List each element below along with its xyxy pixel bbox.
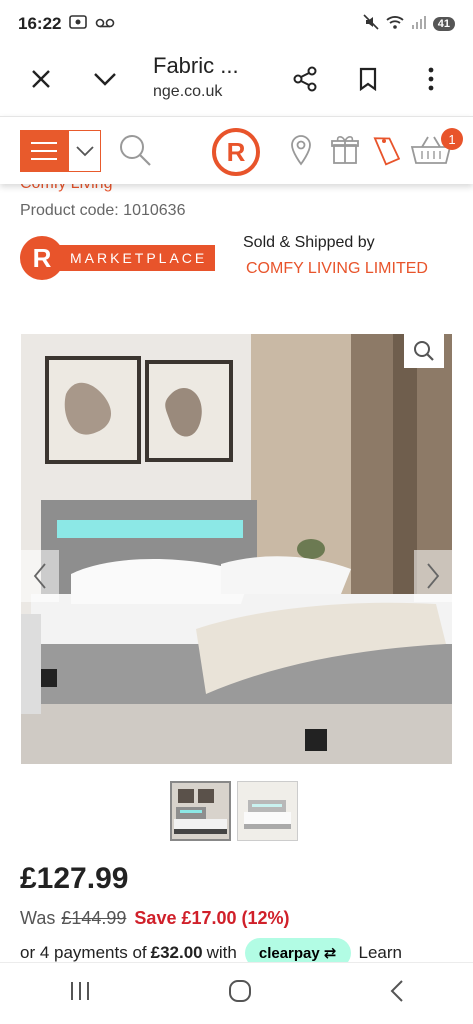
logo-letter: R (226, 136, 246, 167)
battery-indicator: 41 (432, 17, 455, 31)
tab-title: Fabric ... (153, 53, 239, 78)
product-price: £127.99 (20, 862, 129, 895)
save-amount: Save £17.00 (12%) (134, 908, 290, 928)
marketplace-label: MARKETPLACE (52, 245, 216, 271)
marketplace-logo: R MARKETPLACE (20, 236, 216, 280)
bookmark-icon[interactable] (351, 62, 385, 96)
page-title-area[interactable]: Fabric ... nge.co.uk (153, 53, 239, 101)
browser-toolbar: Fabric ... nge.co.uk (0, 48, 473, 114)
mute-icon (363, 13, 379, 35)
gift-icon[interactable] (331, 133, 359, 170)
thumbnail-1[interactable] (170, 781, 231, 841)
recent-apps-icon (71, 982, 90, 1000)
back-icon (390, 980, 403, 1002)
menu-button[interactable] (20, 130, 68, 172)
chevron-right-icon (427, 563, 440, 589)
home-button[interactable] (228, 979, 252, 1008)
price-tag-icon[interactable] (370, 132, 401, 171)
payments-amount: £32.00 (150, 943, 203, 962)
screenshot-icon (69, 14, 88, 35)
sold-by-label: Sold & Shipped by (243, 234, 375, 251)
system-nav-bar (0, 962, 473, 1024)
learn-more-link[interactable]: Learn (359, 943, 402, 963)
zoom-button[interactable] (404, 334, 444, 368)
was-price-line: Was £144.99 Save £17.00 (12%) (20, 908, 290, 929)
thumbnail-strip (170, 781, 298, 841)
chevron-down-icon[interactable] (88, 62, 122, 96)
marketplace-r-badge: R (20, 236, 64, 280)
product-image[interactable] (21, 334, 452, 764)
chevron-down-icon (75, 146, 94, 157)
payments-suffix: with (206, 943, 237, 962)
basket-count-badge: 1 (441, 128, 463, 150)
clearpay-label: clearpay (258, 945, 320, 962)
was-label: Was (20, 908, 56, 928)
site-logo[interactable]: R (212, 128, 260, 176)
status-time: 16:22 (18, 14, 62, 33)
share-icon[interactable] (288, 62, 322, 96)
chevron-left-icon (33, 563, 46, 589)
back-button[interactable] (389, 979, 405, 1008)
site-header: R 1 (0, 116, 473, 184)
status-bar: 16:22 41 (0, 0, 473, 48)
recent-apps-button[interactable] (68, 980, 92, 1007)
signal-icon (411, 14, 427, 34)
next-image-button[interactable] (414, 550, 452, 602)
bed-photo (21, 334, 452, 764)
clearpay-arrow-icon: ⇄ (323, 945, 337, 962)
voicemail-icon (95, 14, 115, 34)
seller-name-link[interactable]: COMFY LIVING LIMITED (246, 260, 428, 278)
home-icon (229, 980, 252, 1002)
zoom-icon (414, 341, 434, 361)
location-pin-icon[interactable] (289, 134, 313, 171)
close-icon[interactable] (24, 62, 58, 96)
prev-image-button[interactable] (21, 550, 59, 602)
was-price: £144.99 (61, 908, 127, 928)
thumbnail-2[interactable] (237, 781, 298, 841)
payments-prefix: or 4 payments of (20, 943, 147, 962)
search-icon[interactable] (118, 133, 152, 172)
wifi-icon (385, 14, 405, 35)
more-options-icon[interactable] (414, 62, 448, 96)
url-text: nge.co.uk (153, 83, 223, 100)
menu-dropdown-button[interactable] (68, 130, 101, 172)
product-code: Product code: 1010636 (20, 202, 186, 219)
